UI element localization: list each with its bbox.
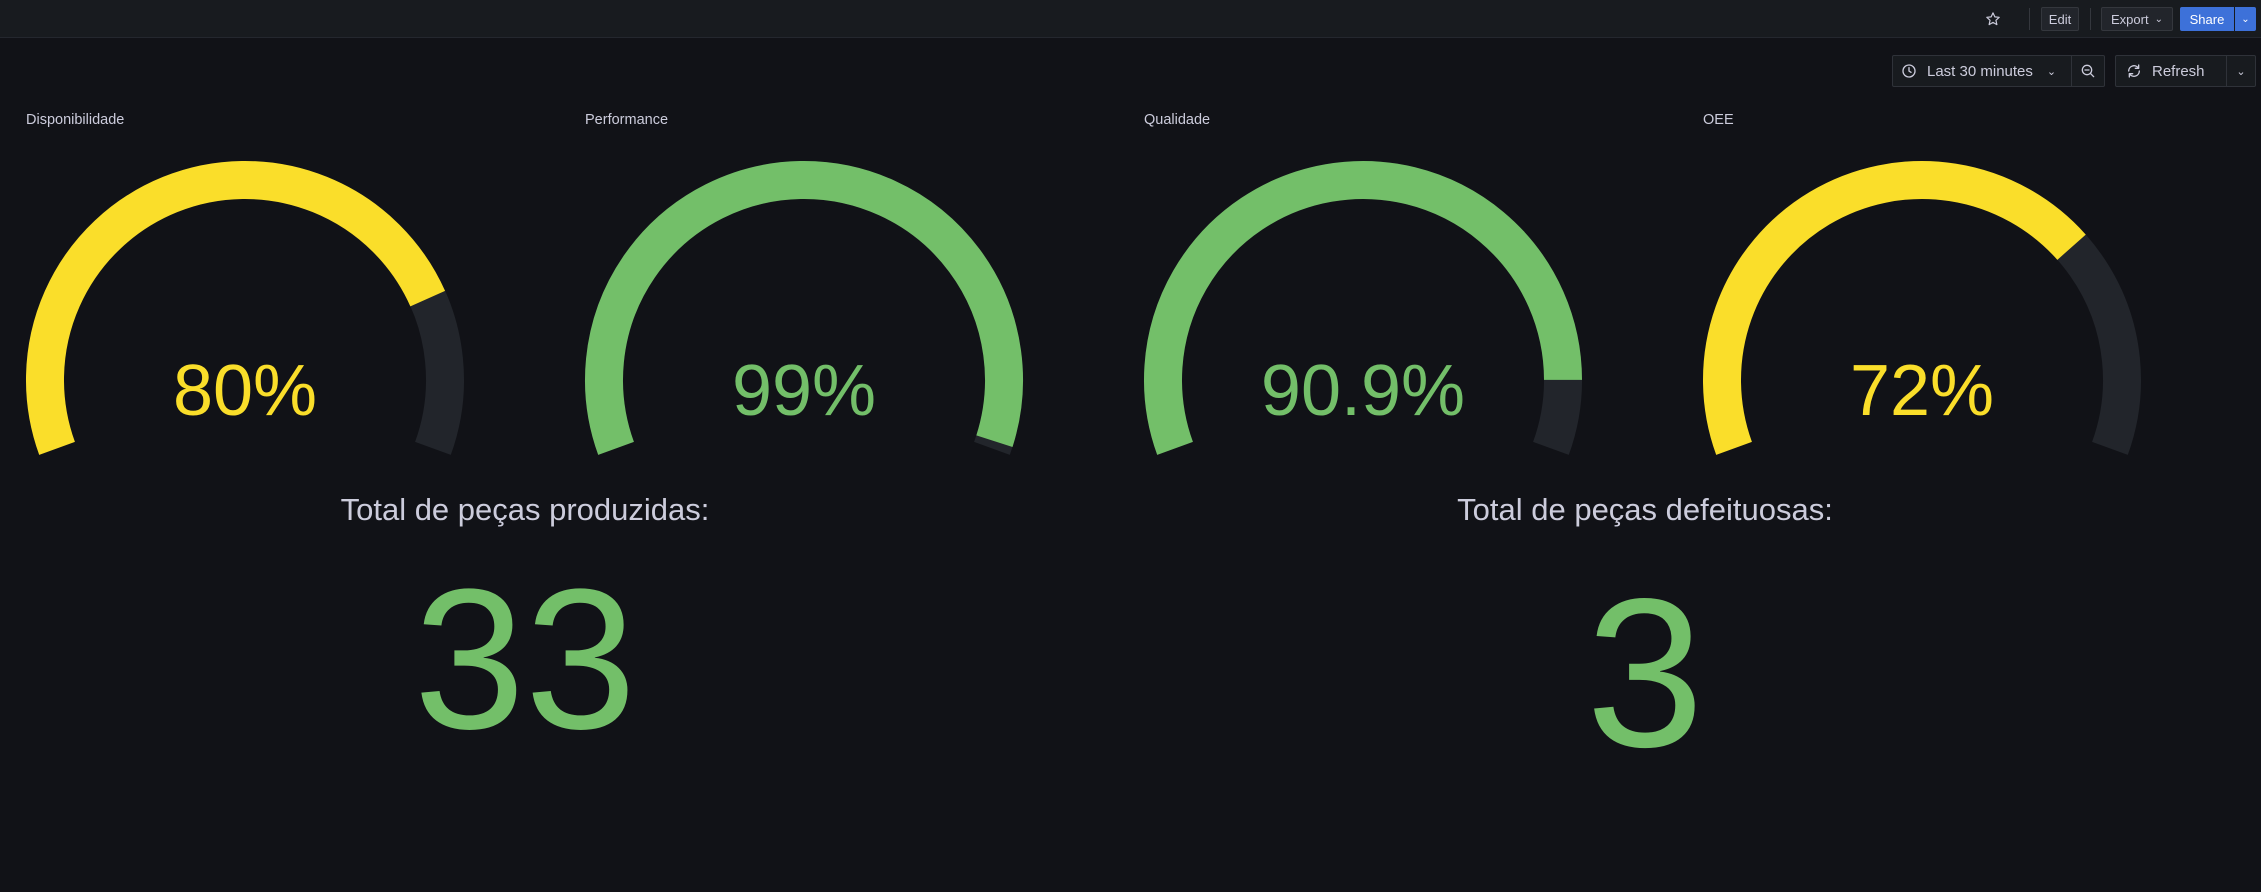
share-button-label: Share xyxy=(2189,11,2225,27)
time-range-label: Last 30 minutes xyxy=(1927,62,2033,80)
refresh-button[interactable]: Refresh xyxy=(2115,55,2227,87)
edit-button[interactable]: Edit xyxy=(2041,7,2079,31)
gauge-title: Disponibilidade xyxy=(26,112,125,128)
gauge-title: Qualidade xyxy=(1144,112,1211,128)
refresh-interval-chevron-icon[interactable]: ⌄ xyxy=(2227,55,2256,87)
gauge-title: Performance xyxy=(585,112,669,128)
chevron-down-icon: ⌄ xyxy=(2154,13,2163,25)
share-button[interactable]: Share xyxy=(2180,7,2234,31)
toolbar-divider xyxy=(2090,8,2091,30)
export-button-label: Export xyxy=(2111,11,2149,27)
share-menu-chevron-icon[interactable]: ⌄ xyxy=(2235,7,2256,31)
zoom-out-button[interactable] xyxy=(2072,55,2105,87)
gauge-title: OEE xyxy=(1703,112,1734,128)
stat-value: 3 xyxy=(1586,554,1704,791)
chevron-down-icon: ⌄ xyxy=(2046,65,2057,78)
time-range-picker[interactable]: Last 30 minutes ⌄ xyxy=(1892,55,2072,87)
gauge-panel: 99% xyxy=(564,150,1044,460)
top-bar: Edit Export ⌄ Share ⌄ xyxy=(0,0,2261,38)
stat-title: Total de peças produzidas: xyxy=(340,492,710,527)
gauge-value: 80% xyxy=(172,351,318,431)
clock-icon xyxy=(1902,64,1916,78)
gauge-value: 72% xyxy=(1849,351,1995,431)
edit-button-label: Edit xyxy=(2048,11,2072,27)
gauge-value: 99% xyxy=(731,351,877,431)
toolbar-divider xyxy=(2029,8,2030,30)
gauge-value: 90.9% xyxy=(1260,351,1466,431)
star-icon[interactable] xyxy=(1982,8,2004,30)
stat-title: Total de peças defeituosas: xyxy=(1457,492,1833,527)
gauge-panel: 90.9% xyxy=(1123,150,1603,460)
gauge-panel: 72% xyxy=(1682,150,2162,460)
gauge-panel: 80% xyxy=(5,150,485,460)
refresh-icon xyxy=(2128,64,2140,78)
zoom-out-icon xyxy=(2081,64,2095,78)
stat-value: 33 xyxy=(413,548,637,771)
export-button[interactable]: Export ⌄ xyxy=(2101,7,2173,31)
refresh-label: Refresh xyxy=(2152,62,2205,80)
